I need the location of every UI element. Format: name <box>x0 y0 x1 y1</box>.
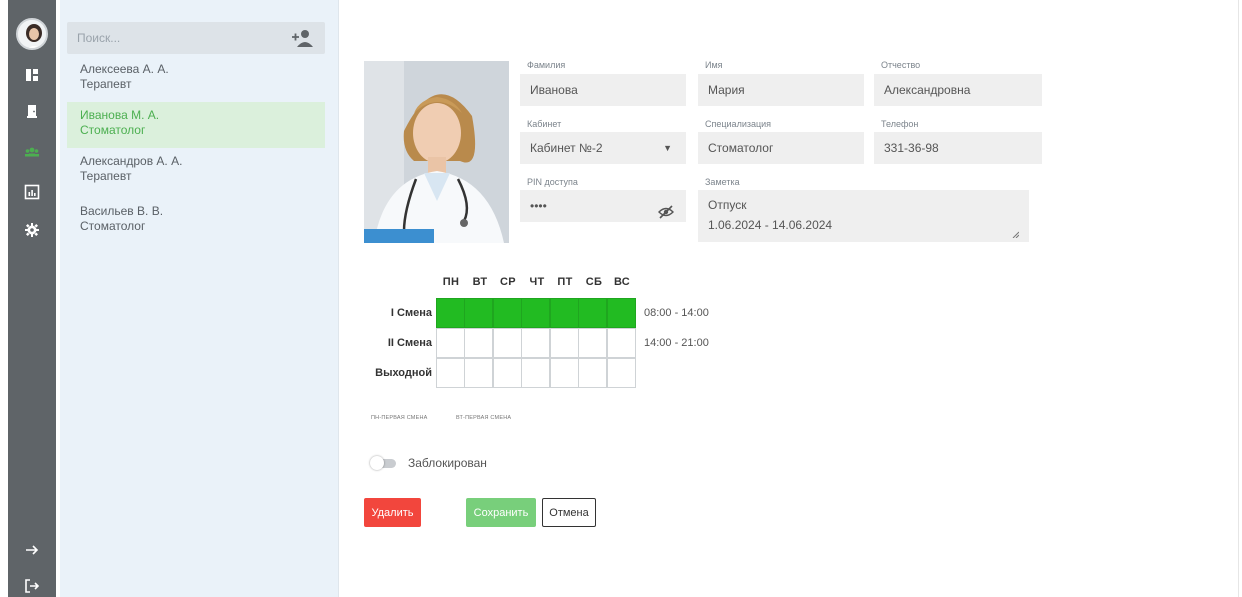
note-textarea[interactable]: Отпуск 1.06.2024 - 14.06.2024 <box>698 190 1029 242</box>
list-item[interactable]: Алексеева А. А. Терапевт <box>67 56 325 102</box>
schedule-cell[interactable] <box>493 328 522 358</box>
schedule-cell[interactable] <box>550 298 579 328</box>
blocked-toggle[interactable] <box>370 456 398 470</box>
delete-button[interactable]: Удалить <box>364 498 421 527</box>
blocked-label: Заблокирован <box>408 456 487 470</box>
note-line-1: Отпуск <box>708 198 747 212</box>
note-line-2: 1.06.2024 - 14.06.2024 <box>708 218 833 232</box>
day-header: ВТ <box>472 276 488 288</box>
schedule-cell[interactable] <box>550 358 579 388</box>
person-name: Александров А. А. <box>80 154 183 168</box>
logout-icon[interactable] <box>24 578 40 594</box>
door-icon[interactable] <box>24 103 40 119</box>
dashboard-icon[interactable] <box>24 67 40 83</box>
day-header: ЧТ <box>529 276 545 288</box>
users-icon[interactable] <box>24 144 40 160</box>
search-input[interactable] <box>67 22 277 54</box>
cancel-button[interactable]: Отмена <box>542 498 596 527</box>
name-label: Имя <box>705 60 723 70</box>
schedule-cell[interactable] <box>607 298 636 328</box>
person-name: Алексеева А. А. <box>80 62 169 76</box>
patronymic-field[interactable]: Александровна <box>874 74 1042 106</box>
schedule-cell[interactable] <box>578 328 607 358</box>
schedule-cell[interactable] <box>436 328 465 358</box>
day-header: ВС <box>613 276 631 288</box>
patronymic-label: Отчество <box>881 60 921 70</box>
schedule-cell[interactable] <box>436 298 465 328</box>
profile-photo <box>364 61 509 243</box>
phone-field[interactable]: 331-36-98 <box>874 132 1042 164</box>
day-header: ПТ <box>557 276 573 288</box>
cabinet-label: Кабинет <box>527 119 562 129</box>
day-header: СР <box>500 276 516 288</box>
schedule-cell[interactable] <box>578 298 607 328</box>
day-header: СБ <box>585 276 603 288</box>
shift-row-label: Выходной <box>375 367 432 379</box>
name-field[interactable]: Мария <box>698 74 864 106</box>
cabinet-select[interactable]: Кабинет №-2 ▼ <box>520 132 686 164</box>
shift-row-label: I Смена <box>390 307 432 319</box>
person-name: Иванова М. А. <box>80 108 160 122</box>
schedule-cell[interactable] <box>464 328 493 358</box>
cabinet-value: Кабинет №-2 <box>530 141 603 155</box>
surname-field[interactable]: Иванова <box>520 74 686 106</box>
shift-time: 14:00 - 21:00 <box>644 337 709 349</box>
shift-row-label: II Смена <box>387 337 432 349</box>
person-name: Васильев В. В. <box>80 204 164 218</box>
schedule-cell[interactable] <box>578 358 607 388</box>
note-label: Заметка <box>705 177 740 187</box>
eye-off-icon[interactable] <box>658 199 674 219</box>
pin-label: PIN доступа <box>527 177 578 187</box>
schedule-cell[interactable] <box>607 328 636 358</box>
schedule-cell[interactable] <box>521 358 550 388</box>
schedule-cell[interactable] <box>493 358 522 388</box>
staff-list-panel: Алексеева А. А. Терапевт Иванова М. А. С… <box>60 0 339 597</box>
arrow-right-icon[interactable] <box>24 542 40 558</box>
pin-field[interactable]: •••• <box>520 190 686 222</box>
list-item[interactable]: Александров А. А. Терапевт <box>67 148 325 194</box>
save-button[interactable]: Сохранить <box>466 498 536 527</box>
caret-down-icon: ▼ <box>663 143 672 153</box>
schedule-cell[interactable] <box>493 298 522 328</box>
phone-label: Телефон <box>881 119 919 129</box>
pin-value: •••• <box>530 199 547 213</box>
schedule-cell[interactable] <box>464 298 493 328</box>
schedule-cell[interactable] <box>464 358 493 388</box>
page-divider <box>1238 0 1239 597</box>
specialization-label: Специализация <box>705 119 772 129</box>
search-box <box>67 22 325 54</box>
schedule-cell[interactable] <box>607 358 636 388</box>
gear-icon[interactable] <box>24 222 40 238</box>
toggle-knob <box>370 456 384 470</box>
schedule-cell[interactable] <box>521 328 550 358</box>
schedule-legend-item: ВТ-ПЕРВАЯ СМЕНА <box>456 415 512 421</box>
person-role: Терапевт <box>80 169 132 183</box>
shift-time: 08:00 - 14:00 <box>644 307 709 319</box>
list-item[interactable]: Васильев В. В. Стоматолог <box>67 198 325 244</box>
surname-label: Фамилия <box>527 60 566 70</box>
schedule-cell[interactable] <box>550 328 579 358</box>
app-root: Алексеева А. А. Терапевт Иванова М. А. С… <box>0 0 1242 597</box>
specialization-field[interactable]: Стоматолог <box>698 132 864 164</box>
schedule-legend-item: ПН-ПЕРВАЯ СМЕНА <box>371 415 428 421</box>
resize-handle-icon[interactable] <box>1012 231 1019 238</box>
day-header: ПН <box>442 276 460 288</box>
list-item[interactable]: Иванова М. А. Стоматолог <box>67 102 325 148</box>
person-role: Терапевт <box>80 77 132 91</box>
schedule-cell[interactable] <box>436 358 465 388</box>
chart-icon[interactable] <box>24 184 40 200</box>
add-user-icon[interactable] <box>291 28 315 48</box>
schedule-cell[interactable] <box>521 298 550 328</box>
avatar[interactable] <box>16 18 48 50</box>
nav-rail <box>8 0 56 597</box>
person-role: Стоматолог <box>80 123 146 137</box>
person-role: Стоматолог <box>80 219 146 233</box>
